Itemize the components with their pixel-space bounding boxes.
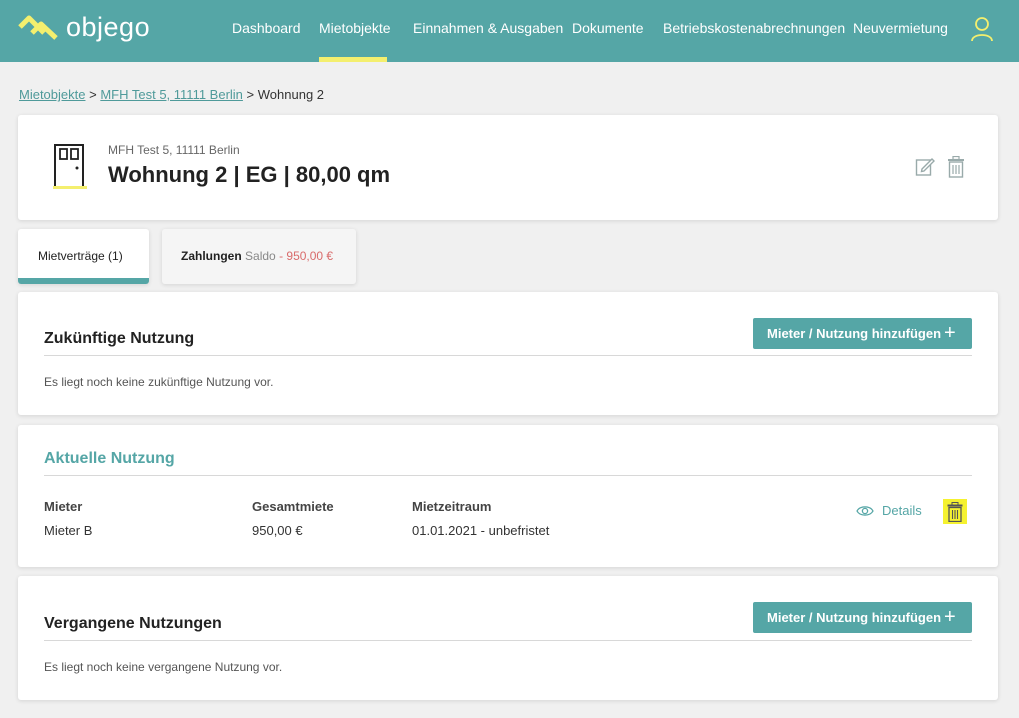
top-navigation-bar: objego Dashboard Mietobjekte Einnahmen &… [0,0,1019,62]
future-empty-text: Es liegt noch keine zukünftige Nutzung v… [44,375,274,389]
trash-icon[interactable] [947,156,965,178]
add-tenant-button-future[interactable]: Mieter / Nutzung hinzufügen + [753,318,972,349]
unit-title: Wohnung 2 | EG | 80,00 qm [108,162,391,187]
saldo-amount: - 950,00 € [279,249,334,263]
logo-text: objego [66,12,151,42]
past-usage-title: Vergangene Nutzungen [44,615,222,632]
edit-icon[interactable] [915,157,935,177]
nav-item-mietobjekte[interactable]: Mietobjekte [319,20,391,36]
tenant-name: Mieter B [44,523,93,538]
plus-icon: + [944,322,956,344]
breadcrumb-separator: > [89,87,97,102]
section-divider [44,640,972,641]
nav-item-neuvermietung[interactable]: Neuvermietung [853,20,948,36]
details-link[interactable]: Details [856,503,922,518]
nav-item-dokumente[interactable]: Dokumente [572,20,644,36]
details-label: Details [882,503,922,518]
tab-zahlungen-label: Zahlungen Saldo - 950,00 € [181,249,333,263]
future-usage-title: Zukünftige Nutzung [44,330,195,347]
breadcrumb: Mietobjekte > MFH Test 5, 11111 Berlin >… [19,87,324,102]
door-icon [53,144,87,189]
total-rent: 950,00 € [252,523,303,538]
column-header-mieter: Mieter [44,499,83,514]
add-tenant-button-past[interactable]: Mieter / Nutzung hinzufügen + [753,602,972,633]
tab-zahlungen-title: Zahlungen [181,249,242,263]
past-empty-text: Es liegt noch keine vergangene Nutzung v… [44,660,283,674]
logo-icon [18,15,58,40]
breadcrumb-separator: > [246,87,255,102]
user-icon[interactable] [970,16,994,42]
breadcrumb-current: Wohnung 2 [257,87,325,102]
column-header-mietzeitraum: Mietzeitraum [412,499,492,514]
nav-item-betriebskostenabrechnungen[interactable]: Betriebskostenabrechnungen [663,20,845,36]
section-divider [44,355,972,356]
saldo-label: Saldo [245,249,276,263]
eye-icon [856,505,874,516]
add-tenant-button-label: Mieter / Nutzung hinzufügen [767,610,942,625]
breadcrumb-mietobjekte[interactable]: Mietobjekte [19,87,85,102]
nav-item-einnahmen-ausgaben[interactable]: Einnahmen & Ausgaben [413,20,563,36]
breadcrumb-property[interactable]: MFH Test 5, 11111 Berlin [100,87,243,102]
plus-icon: + [944,606,956,628]
section-divider [44,475,972,476]
rental-period: 01.01.2021 - unbefristet [412,523,550,538]
tab-mietvertraege-label: Mietverträge (1) [38,249,123,263]
add-tenant-button-label: Mieter / Nutzung hinzufügen [767,326,942,341]
current-usage-title: Aktuelle Nutzung [44,450,175,467]
nav-item-dashboard[interactable]: Dashboard [232,20,301,36]
unit-header-card: MFH Test 5, 11111 Berlin Wohnung 2 | EG … [18,115,998,220]
active-tab-indicator [18,278,149,284]
column-header-gesamtmiete: Gesamtmiete [252,499,334,514]
active-nav-indicator [319,57,387,62]
delete-tenancy-button[interactable] [943,499,967,524]
trash-icon [947,501,963,522]
tab-mietvertraege[interactable]: Mietverträge (1) [18,229,149,284]
tab-zahlungen[interactable]: Zahlungen Saldo - 950,00 € [162,229,356,284]
past-usage-section: Vergangene Nutzungen Mieter / Nutzung hi… [18,576,998,700]
future-usage-section: Zukünftige Nutzung Mieter / Nutzung hinz… [18,292,998,415]
objego-logo[interactable]: objego [18,12,150,43]
unit-address: MFH Test 5, 11111 Berlin [108,143,240,157]
current-usage-section: Aktuelle Nutzung Mieter Gesamtmiete Miet… [18,425,998,567]
